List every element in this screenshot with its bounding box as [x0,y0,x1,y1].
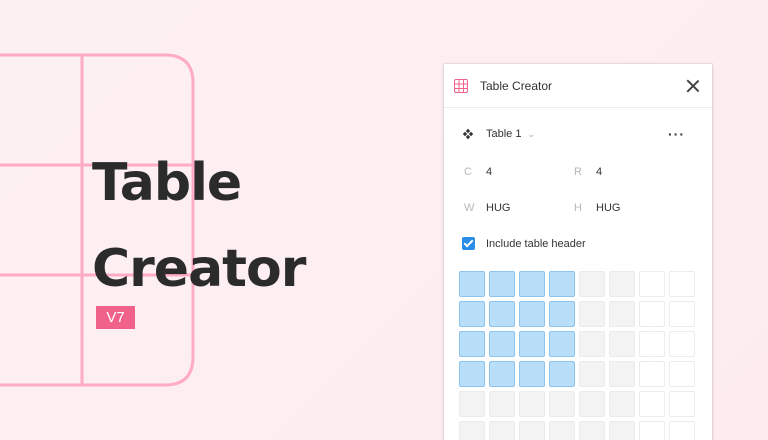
grid-cell[interactable] [549,301,575,327]
close-icon[interactable] [684,77,702,95]
grid-cell[interactable] [489,361,515,387]
grid-cell[interactable] [609,421,635,440]
grid-cell[interactable] [549,271,575,297]
grid-cell[interactable] [489,271,515,297]
grid-cell[interactable] [549,361,575,387]
rows-field[interactable]: R 4 [574,166,602,178]
grid-cell[interactable] [639,421,665,440]
grid-cell[interactable] [549,331,575,357]
grid-cell[interactable] [459,331,485,357]
version-badge: V7 [96,306,135,329]
component-icon [462,128,474,140]
grid-cell[interactable] [459,421,485,440]
table-select-dropdown[interactable]: Table 1 ⌄ [462,128,535,140]
columns-value: 4 [486,166,493,178]
panel-header: Table Creator [444,64,712,108]
grid-cell[interactable] [669,271,695,297]
grid-cell[interactable] [519,301,545,327]
chevron-down-icon: ⌄ [527,128,536,139]
more-icon[interactable]: ··· [668,127,685,141]
height-field[interactable]: H HUG [574,202,620,214]
grid-cell[interactable] [669,331,695,357]
grid-cell[interactable] [639,271,665,297]
grid-cell[interactable] [669,421,695,440]
hero-title-line-1: Table [92,153,242,213]
grid-cell[interactable] [459,301,485,327]
height-value: HUG [596,202,621,214]
columns-label: C [464,166,472,178]
grid-cell[interactable] [519,331,545,357]
grid-cell[interactable] [579,301,605,327]
hero-title-line-2: Creator [92,239,306,299]
grid-cell[interactable] [669,361,695,387]
grid-cell[interactable] [639,301,665,327]
width-field[interactable]: W HUG [464,202,510,214]
grid-cell[interactable] [669,301,695,327]
grid-cell[interactable] [459,361,485,387]
grid-cell[interactable] [639,331,665,357]
include-header-label: Include table header [486,237,586,250]
grid-cell[interactable] [519,421,545,440]
grid-cell[interactable] [579,331,605,357]
width-label: W [464,202,475,214]
grid-cell[interactable] [489,421,515,440]
table-name: Table 1 [486,128,522,140]
grid-cell[interactable] [579,361,605,387]
grid-cell[interactable] [609,331,635,357]
grid-cell[interactable] [609,391,635,417]
grid-cell[interactable] [669,391,695,417]
hero-title: Table Creator [92,140,306,312]
table-size-picker[interactable] [459,271,695,440]
table-icon [454,78,468,93]
include-header-row: Include table header [462,237,586,250]
grid-cell[interactable] [519,391,545,417]
grid-cell[interactable] [489,391,515,417]
grid-cell[interactable] [459,391,485,417]
grid-cell[interactable] [609,301,635,327]
grid-cell[interactable] [549,421,575,440]
grid-cell[interactable] [489,331,515,357]
grid-cell[interactable] [579,271,605,297]
plugin-panel: Table Creator Table 1 ⌄ ··· C 4 R 4 W HU… [444,64,712,440]
width-value: HUG [486,202,511,214]
grid-cell[interactable] [639,361,665,387]
grid-cell[interactable] [489,301,515,327]
panel-title: Table Creator [480,78,553,93]
height-label: H [574,202,582,214]
columns-field[interactable]: C 4 [464,166,492,178]
grid-cell[interactable] [609,271,635,297]
grid-cell[interactable] [579,421,605,440]
grid-cell[interactable] [639,391,665,417]
grid-cell[interactable] [549,391,575,417]
grid-cell[interactable] [519,361,545,387]
grid-cell[interactable] [579,391,605,417]
grid-cell[interactable] [609,361,635,387]
rows-label: R [574,166,582,178]
grid-cell[interactable] [519,271,545,297]
grid-cell[interactable] [459,271,485,297]
include-header-checkbox[interactable] [462,237,475,250]
rows-value: 4 [596,166,603,178]
